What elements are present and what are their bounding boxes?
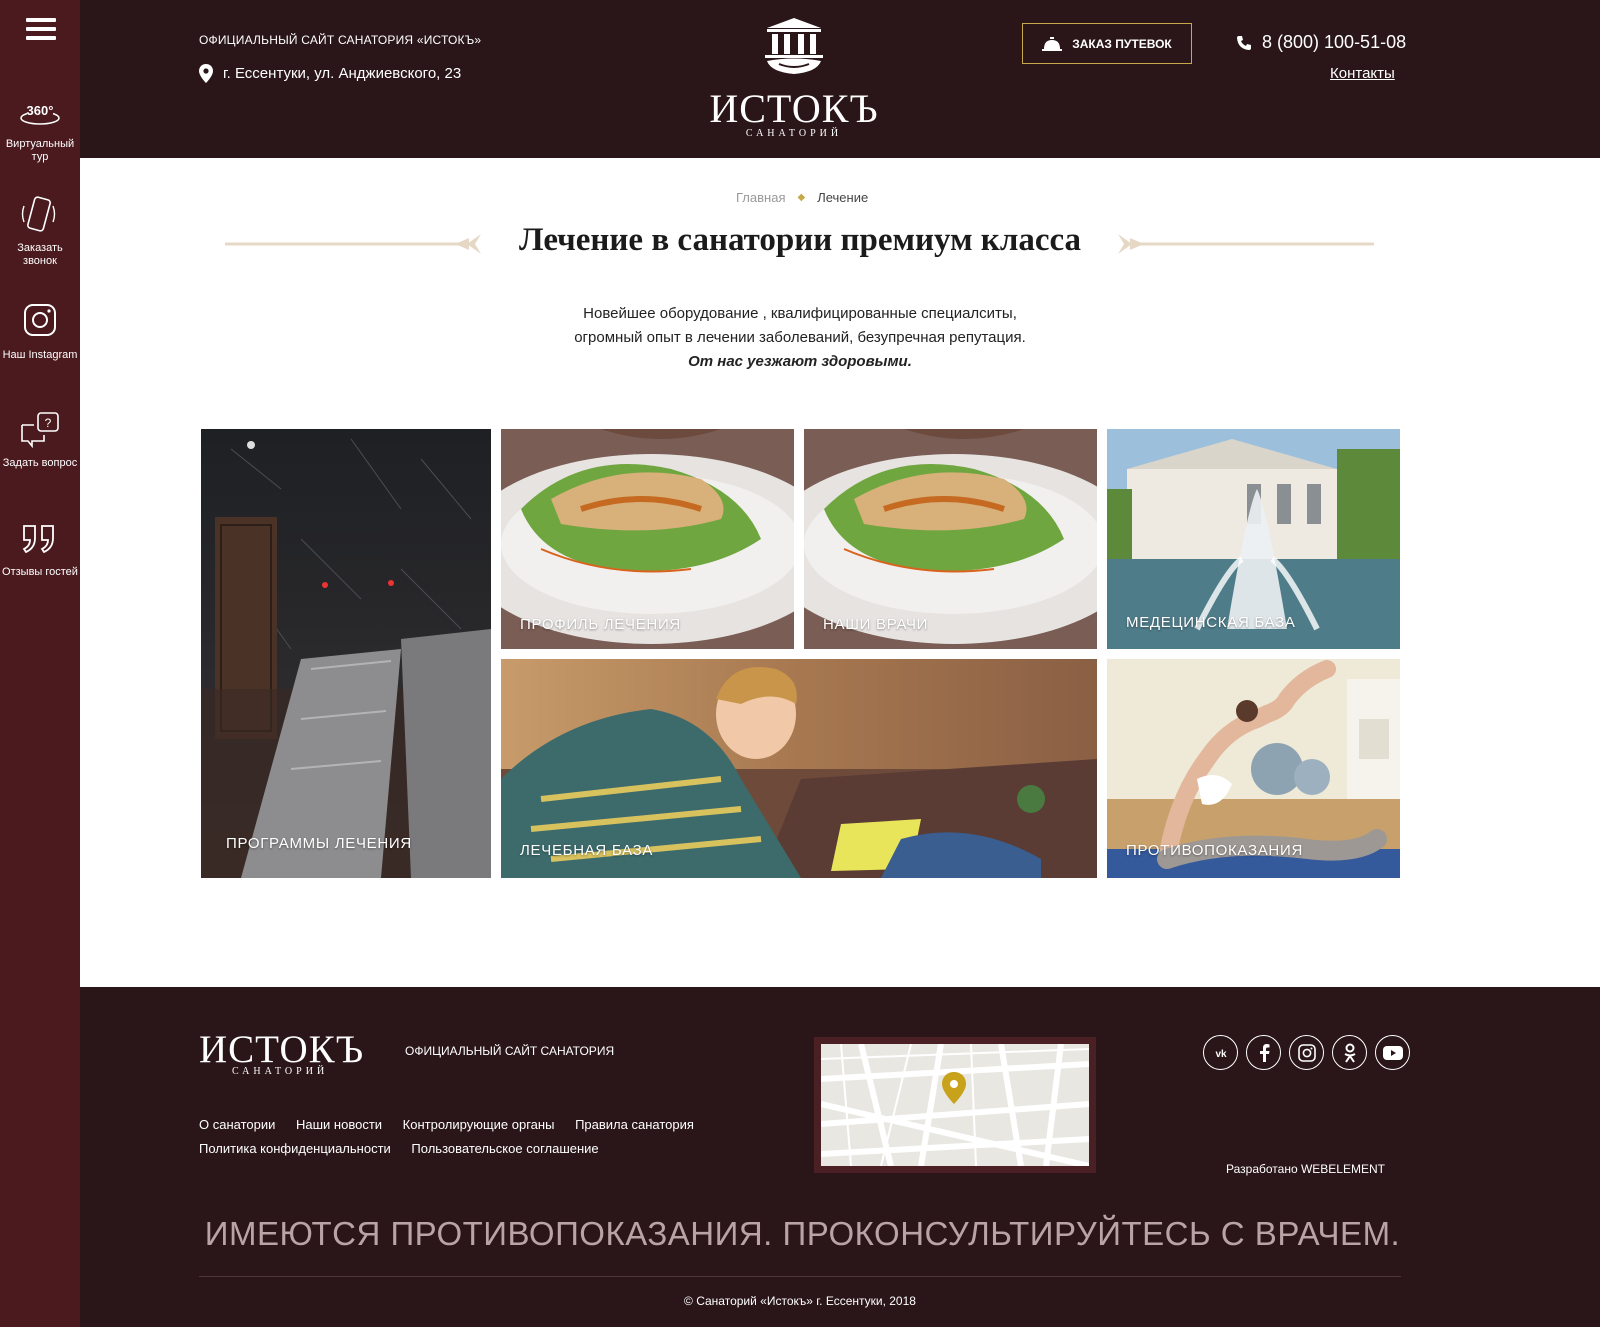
intro-line: Новейшее оборудование , квалифицированны… <box>583 305 1017 322</box>
footer-link[interactable]: Пользовательское соглашение <box>411 1141 598 1156</box>
site-logo[interactable]: ИСТОКЪ САНАТОРИЙ <box>704 16 884 141</box>
sidebar-item-label: Заказать звонок <box>17 242 63 267</box>
sidebar-item-instagram[interactable]: Наш Instagram <box>0 303 80 362</box>
contacts-link[interactable]: Контакты <box>1330 65 1395 82</box>
phone-call-icon <box>21 196 56 232</box>
instagram-icon <box>24 304 56 336</box>
map-pin-icon <box>199 64 213 83</box>
building-emblem-icon <box>765 18 823 74</box>
footer-divider <box>199 1276 1401 1277</box>
tile-label: НАШИ ВРАЧИ <box>823 616 929 633</box>
breadcrumb: Главная ◆ Лечение <box>736 190 868 205</box>
logo-wordmark: ИСТОКЪ <box>709 86 879 131</box>
tile-treatment-base[interactable]: ЛЕЧЕБНАЯ БАЗА <box>501 659 1097 878</box>
phone-icon <box>1237 35 1251 50</box>
sidebar-item-callback[interactable]: Заказать звонок <box>0 196 80 268</box>
footer-links: О санатории Наши новости Контролирующие … <box>199 1113 711 1161</box>
sidebar-item-label: Наш Instagram <box>2 349 78 361</box>
footer-link[interactable]: Правила санатория <box>575 1117 694 1132</box>
order-tours-button[interactable]: ЗАКАЗ ПУТЕВОК <box>1022 23 1192 64</box>
contraindications-warning: ИМЕЮТСЯ ПРОТИВОПОКАЗАНИЯ. ПРОКОНСУЛЬТИРУ… <box>204 1215 1401 1252</box>
treatment-room-image <box>201 429 491 878</box>
footer-link[interactable]: Контролирующие органы <box>403 1117 555 1132</box>
tile-medical-base[interactable]: МЕДЕЦИНСКАЯ БАЗА <box>1107 429 1400 649</box>
sidebar-item-label: Задать вопрос <box>2 457 78 469</box>
tile-label: МЕДЕЦИНСКАЯ БАЗА <box>1126 614 1296 631</box>
reception-bell-icon <box>1042 36 1063 51</box>
order-tours-label: ЗАКАЗ ПУТЕВОК <box>1072 36 1172 51</box>
phone-text: 8 (800) 100-51-08 <box>1262 32 1407 52</box>
sidebar-item-question[interactable]: ? Задать вопрос <box>0 411 80 470</box>
left-sidebar: 360° Виртуальный тур Заказать звонок Наш… <box>0 0 80 1327</box>
address-text: г. Ессентуки, ул. Анджиевского, 23 <box>223 65 462 82</box>
sidebar-item-label: Отзывы гостей <box>2 566 78 578</box>
page-title: Лечение в санатории премиум класса <box>518 222 1082 258</box>
sidebar-item-virtual-tour[interactable]: 360° Виртуальный тур <box>0 100 80 164</box>
official-site-label: ОФИЦИАЛЬНЫЙ САЙТ САНАТОРИЯ «ИСТОКЪ» <box>199 33 482 47</box>
footer-link[interactable]: Политика конфиденциальности <box>199 1141 391 1156</box>
svg-text:360°: 360° <box>27 103 54 118</box>
footer-link[interactable]: Наши новости <box>296 1117 382 1132</box>
menu-icon[interactable] <box>26 18 56 40</box>
map-marker-icon <box>942 1072 966 1104</box>
intro-line: огромный опыт в лечении заболеваний, без… <box>574 329 1026 346</box>
breadcrumb-home[interactable]: Главная <box>736 190 785 205</box>
tile-label: ПРОГРАММЫ ЛЕЧЕНИЯ <box>226 835 412 852</box>
footer-map[interactable] <box>814 1037 1096 1173</box>
footer-link[interactable]: О санатории <box>199 1117 275 1132</box>
intro-text: Новейшее оборудование , квалифицированны… <box>480 302 1120 374</box>
tile-contraindications[interactable]: ПРОТИВОПОКАЗАНИЯ <box>1107 659 1400 878</box>
odnoklassniki-icon[interactable] <box>1332 1035 1367 1070</box>
svg-text:?: ? <box>45 416 52 430</box>
breadcrumb-separator-icon: ◆ <box>797 192 806 203</box>
quote-icon <box>22 525 54 554</box>
address: г. Ессентуки, ул. Анджиевского, 23 <box>199 64 461 83</box>
tile-label: ЛЕЧЕБНАЯ БАЗА <box>520 842 654 859</box>
tile-treatment-programs[interactable]: ПРОГРАММЫ ЛЕЧЕНИЯ <box>201 429 491 878</box>
site-header: ОФИЦИАЛЬНЫЙ САЙТ САНАТОРИЯ «ИСТОКЪ» г. Е… <box>80 0 1600 158</box>
footer-official-label: ОФИЦИАЛЬНЫЙ САЙТ САНАТОРИЯ <box>405 1044 615 1058</box>
breadcrumb-current: Лечение <box>817 190 869 205</box>
map-streets-image <box>821 1044 1089 1166</box>
tile-treatment-profile[interactable]: ПРОФИЛЬ ЛЕЧЕНИЯ <box>501 429 794 649</box>
youtube-icon[interactable] <box>1375 1035 1410 1070</box>
vk-icon[interactable]: vk <box>1203 1035 1238 1070</box>
panorama-360-icon: 360° <box>20 103 60 125</box>
tile-label: ПРОФИЛЬ ЛЕЧЕНИЯ <box>520 616 681 633</box>
copyright: © Санаторий «Истокъ» г. Ессентуки, 2018 <box>684 1294 916 1308</box>
facebook-icon[interactable] <box>1246 1035 1281 1070</box>
footer-logo[interactable]: ИСТОКЪ САНАТОРИЙ <box>199 1027 364 1077</box>
site-footer: ИСТОКЪ САНАТОРИЙ ОФИЦИАЛЬНЫЙ САЙТ САНАТО… <box>80 987 1600 1327</box>
developer-credit[interactable]: Разработано WEBELEMENT <box>1226 1162 1385 1176</box>
sidebar-item-label: Виртуальный тур <box>5 138 75 163</box>
instagram-icon[interactable] <box>1289 1035 1324 1070</box>
intro-emphasis: От нас уезжают здоровыми. <box>688 353 912 370</box>
phone-number[interactable]: 8 (800) 100-51-08 <box>1236 32 1406 53</box>
sidebar-item-reviews[interactable]: Отзывы гостей <box>0 520 80 579</box>
tile-our-doctors[interactable]: НАШИ ВРАЧИ <box>804 429 1097 649</box>
svg-text:vk: vk <box>1215 1049 1227 1059</box>
question-chat-icon: ? <box>21 412 59 449</box>
tile-label: ПРОТИВОПОКАЗАНИЯ <box>1126 842 1303 859</box>
social-links: vk <box>1203 1035 1410 1070</box>
